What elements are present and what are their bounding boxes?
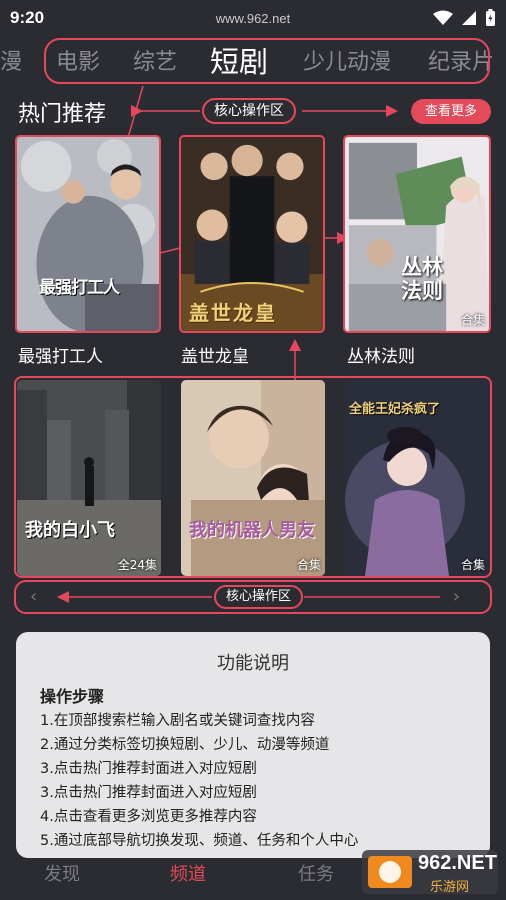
step-item: 3.点击热门推荐封面进入对应短剧 (40, 761, 257, 777)
poster-title-text: 最强打工人 (39, 278, 120, 298)
core-area-label: 核心操作区 (202, 98, 296, 124)
panel-title: 功能说明 (217, 653, 289, 674)
nav-channel[interactable]: 频道 (170, 860, 206, 886)
poster-title-text: 丛林法则 (401, 254, 443, 303)
poster-title-text: 盖世龙皇 (189, 301, 277, 325)
drama-card-3[interactable]: 丛林法则 合集 (343, 135, 491, 333)
drama-title-1[interactable]: 最强打工人 (18, 342, 103, 367)
site-watermark-logo: 962.NET 乐游网 (360, 846, 500, 896)
watermark-sub: 乐游网 (430, 880, 470, 895)
step-item: 4.点击查看更多浏览更多推荐内容 (40, 809, 257, 825)
poster-title-text: 全能王妃杀疯了 (349, 402, 441, 417)
drama-card-6[interactable]: 全能王妃杀疯了 合集 (345, 380, 489, 576)
drama-card-1[interactable]: 最强打工人 (15, 135, 161, 333)
drama-card-4[interactable]: 我的白小飞 全24集 (17, 380, 161, 576)
chevron-right-icon[interactable]: › (453, 586, 460, 607)
step-item: 1.在顶部搜索栏输入剧名或关键词查找内容 (40, 713, 315, 729)
episode-badge: 合集 (296, 558, 321, 572)
step-item: 2.通过分类标签切换短剧、少儿、动漫等频道 (40, 737, 330, 753)
chevron-left-icon[interactable]: ‹ (30, 586, 37, 607)
poster-image (17, 137, 159, 331)
step-item: 5.通过底部导航切换发现、频道、任务和个人中心 (40, 833, 359, 849)
watermark-brand: 962.NET (418, 852, 497, 874)
core-area-label-bottom: 核心操作区 (214, 585, 304, 609)
nav-discover[interactable]: 发现 (44, 860, 80, 886)
see-more-button[interactable]: 查看更多 (411, 99, 491, 124)
episode-badge: 合集 (460, 313, 485, 327)
drama-title-2[interactable]: 盖世龙皇 (181, 342, 249, 367)
poster-title-text: 我的白小飞 (25, 520, 115, 541)
drama-card-5[interactable]: 我的机器人男友 合集 (181, 380, 325, 576)
episode-badge: 全24集 (117, 558, 157, 572)
poster-image (17, 380, 161, 576)
feature-description-panel: 功能说明 操作步骤 1.在顶部搜索栏输入剧名或关键词查找内容 2.通过分类标签切… (16, 632, 490, 858)
poster-image (181, 380, 325, 576)
nav-tasks[interactable]: 任务 (298, 860, 334, 886)
panel-subtitle: 操作步骤 (40, 687, 105, 706)
episode-badge: 合集 (460, 558, 485, 572)
drama-card-2[interactable]: 盖世龙皇 (179, 135, 325, 333)
drama-title-3[interactable]: 丛林法则 (347, 342, 415, 367)
poster-title-text: 我的机器人男友 (189, 520, 315, 541)
step-item: 3.点击热门推荐封面进入对应短剧 (40, 785, 257, 801)
